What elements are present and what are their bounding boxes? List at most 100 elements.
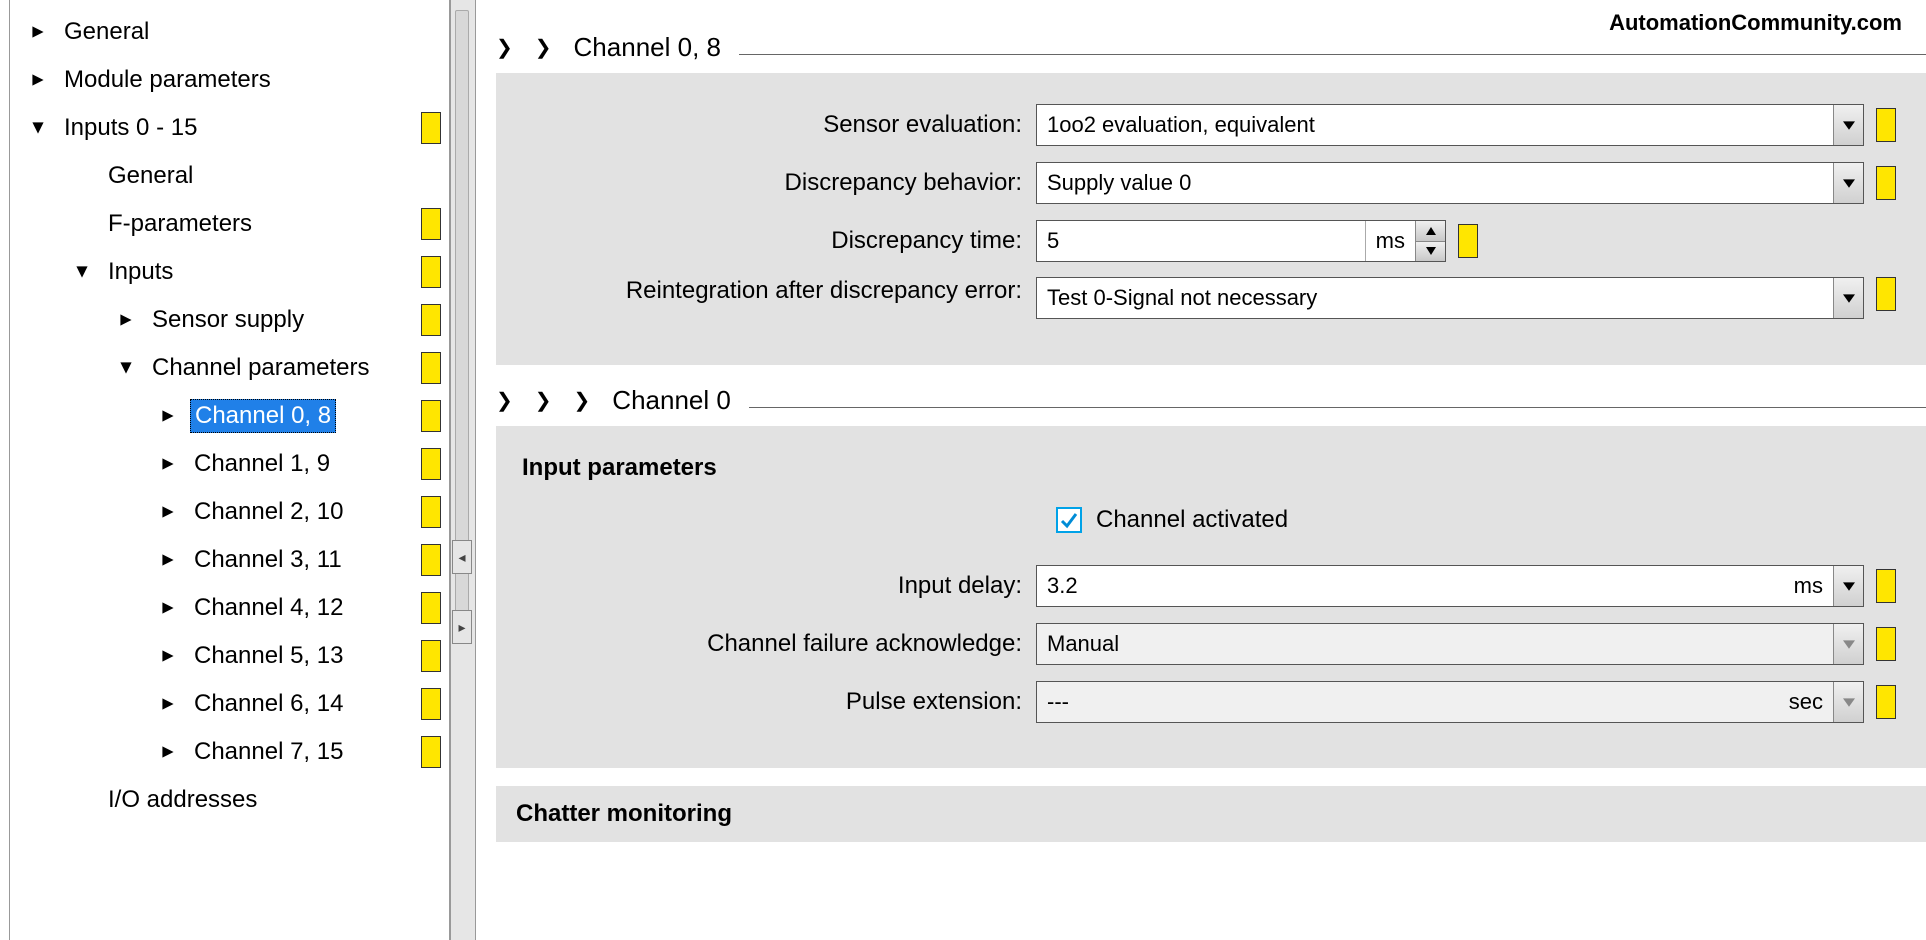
modified-badge xyxy=(1876,685,1896,719)
dropdown-value: Manual xyxy=(1037,631,1833,657)
row-input-delay: Input delay: 3.2 ms xyxy=(516,564,1896,608)
section-title: Channel 0 xyxy=(612,385,749,416)
dropdown-channel-failure-ack: Manual xyxy=(1036,623,1864,665)
label-pulse-extension: Pulse extension: xyxy=(516,688,1036,716)
chevron-right-icon xyxy=(160,696,176,712)
tree-item-channel-4-12[interactable]: Channel 4, 12 xyxy=(10,584,449,632)
dropdown-sensor-evaluation[interactable]: 1oo2 evaluation, equivalent xyxy=(1036,104,1864,146)
row-reintegration: Reintegration after discrepancy error: T… xyxy=(516,277,1896,321)
chevron-right-icon xyxy=(160,408,176,424)
chevron-right-icon xyxy=(160,648,176,664)
spinner-discrepancy-time[interactable] xyxy=(1415,221,1445,261)
tree-item-channel-0-8[interactable]: Channel 0, 8 xyxy=(10,392,449,440)
dropdown-arrow-icon[interactable] xyxy=(1833,163,1863,203)
label-discrepancy-time: Discrepancy time: xyxy=(516,227,1036,255)
tree-item-f-parameters[interactable]: F-parameters xyxy=(10,200,449,248)
checkbox-channel-activated[interactable] xyxy=(1056,507,1082,533)
tree-label: F-parameters xyxy=(104,208,256,240)
tree-label: Channel 6, 14 xyxy=(190,688,347,720)
label-channel-failure-ack: Channel failure acknowledge: xyxy=(516,630,1036,658)
tree-spacer xyxy=(74,792,90,808)
breadcrumb-chevron-icon: ❯ xyxy=(496,388,513,413)
tree-label: Module parameters xyxy=(60,64,275,96)
tree-label: General xyxy=(60,16,153,48)
chevron-right-icon xyxy=(118,312,134,328)
numfield-discrepancy-time[interactable]: ms xyxy=(1036,220,1446,262)
dropdown-arrow-icon[interactable] xyxy=(1833,278,1863,318)
chevron-down-icon xyxy=(74,264,90,280)
modified-badge xyxy=(421,496,441,528)
tree-spacer xyxy=(74,168,90,184)
breadcrumb-chevron-icon: ❯ xyxy=(535,35,552,60)
dropdown-arrow-icon[interactable] xyxy=(1833,566,1863,606)
modified-badge xyxy=(1458,224,1478,258)
row-discrepancy-behavior: Discrepancy behavior: Supply value 0 xyxy=(516,161,1896,205)
modified-badge xyxy=(1876,166,1896,200)
row-discrepancy-time: Discrepancy time: ms xyxy=(516,219,1896,263)
app-left-border xyxy=(0,0,10,940)
tree-label: Channel parameters xyxy=(148,352,373,384)
row-sensor-evaluation: Sensor evaluation: 1oo2 evaluation, equi… xyxy=(516,103,1896,147)
dropdown-discrepancy-behavior[interactable]: Supply value 0 xyxy=(1036,162,1864,204)
label-channel-activated: Channel activated xyxy=(1096,506,1288,534)
modified-badge xyxy=(421,736,441,768)
tree-item-channel-6-14[interactable]: Channel 6, 14 xyxy=(10,680,449,728)
tree-item-channel-7-15[interactable]: Channel 7, 15 xyxy=(10,728,449,776)
tree-item-general-sub[interactable]: General xyxy=(10,152,449,200)
tree-item-io-addresses[interactable]: I/O addresses xyxy=(10,776,449,824)
subheader-chatter-monitoring: Chatter monitoring xyxy=(516,800,1906,828)
dropdown-input-delay[interactable]: 3.2 ms xyxy=(1036,565,1864,607)
tree-label: Channel 4, 12 xyxy=(190,592,347,624)
dropdown-reintegration[interactable]: Test 0-Signal not necessary xyxy=(1036,277,1864,319)
dropdown-value: Supply value 0 xyxy=(1037,170,1833,196)
spinner-up-icon[interactable] xyxy=(1416,221,1445,242)
tree-item-module-parameters[interactable]: Module parameters xyxy=(10,56,449,104)
modified-badge xyxy=(421,208,441,240)
tree-label: Channel 7, 15 xyxy=(190,736,347,768)
modified-badge xyxy=(421,256,441,288)
splitter[interactable]: ◂ ▸ xyxy=(450,0,476,940)
chevron-right-icon xyxy=(160,456,176,472)
section-title: Channel 0, 8 xyxy=(574,32,739,63)
label-input-delay: Input delay: xyxy=(516,572,1036,600)
splitter-collapse-left[interactable]: ◂ xyxy=(452,540,472,574)
dropdown-arrow-icon xyxy=(1833,624,1863,664)
tree-item-channel-1-9[interactable]: Channel 1, 9 xyxy=(10,440,449,488)
section-divider xyxy=(749,407,1926,408)
modified-badge xyxy=(421,448,441,480)
tree-label: I/O addresses xyxy=(104,784,261,816)
label-reintegration: Reintegration after discrepancy error: xyxy=(516,277,1036,306)
panel-chatter-monitoring: Chatter monitoring xyxy=(496,786,1926,842)
dropdown-value: Test 0-Signal not necessary xyxy=(1037,285,1833,311)
dropdown-arrow-icon[interactable] xyxy=(1833,105,1863,145)
tree-item-inputs[interactable]: Inputs xyxy=(10,248,449,296)
breadcrumb-channel-0-8: ❯ ❯ Channel 0, 8 xyxy=(496,32,1926,63)
section-divider xyxy=(739,54,1926,55)
modified-badge xyxy=(1876,108,1896,142)
modified-badge xyxy=(421,400,441,432)
unit-label: sec xyxy=(1779,689,1833,715)
tree-spacer xyxy=(74,216,90,232)
breadcrumb-chevron-icon: ❯ xyxy=(496,35,513,60)
tree-label: Inputs 0 - 15 xyxy=(60,112,201,144)
splitter-collapse-right[interactable]: ▸ xyxy=(452,610,472,644)
main-content: AutomationCommunity.com ❯ ❯ Channel 0, 8… xyxy=(476,0,1926,940)
label-sensor-evaluation: Sensor evaluation: xyxy=(516,111,1036,139)
tree-item-sensor-supply[interactable]: Sensor supply xyxy=(10,296,449,344)
tree-item-channel-parameters[interactable]: Channel parameters xyxy=(10,344,449,392)
input-discrepancy-time[interactable] xyxy=(1037,221,1365,261)
tree-item-inputs-0-15[interactable]: Inputs 0 - 15 xyxy=(10,104,449,152)
navigation-tree: General Module parameters Inputs 0 - 15 … xyxy=(10,0,450,940)
watermark-text: AutomationCommunity.com xyxy=(1609,10,1902,36)
modified-badge xyxy=(1876,627,1896,661)
spinner-down-icon[interactable] xyxy=(1416,242,1445,262)
dropdown-pulse-extension: --- sec xyxy=(1036,681,1864,723)
tree-item-channel-5-13[interactable]: Channel 5, 13 xyxy=(10,632,449,680)
tree-label: Channel 2, 10 xyxy=(190,496,347,528)
tree-item-channel-3-11[interactable]: Channel 3, 11 xyxy=(10,536,449,584)
chevron-right-icon xyxy=(30,24,46,40)
tree-item-channel-2-10[interactable]: Channel 2, 10 xyxy=(10,488,449,536)
modified-badge xyxy=(421,544,441,576)
tree-item-general[interactable]: General xyxy=(10,8,449,56)
tree-label: Channel 5, 13 xyxy=(190,640,347,672)
